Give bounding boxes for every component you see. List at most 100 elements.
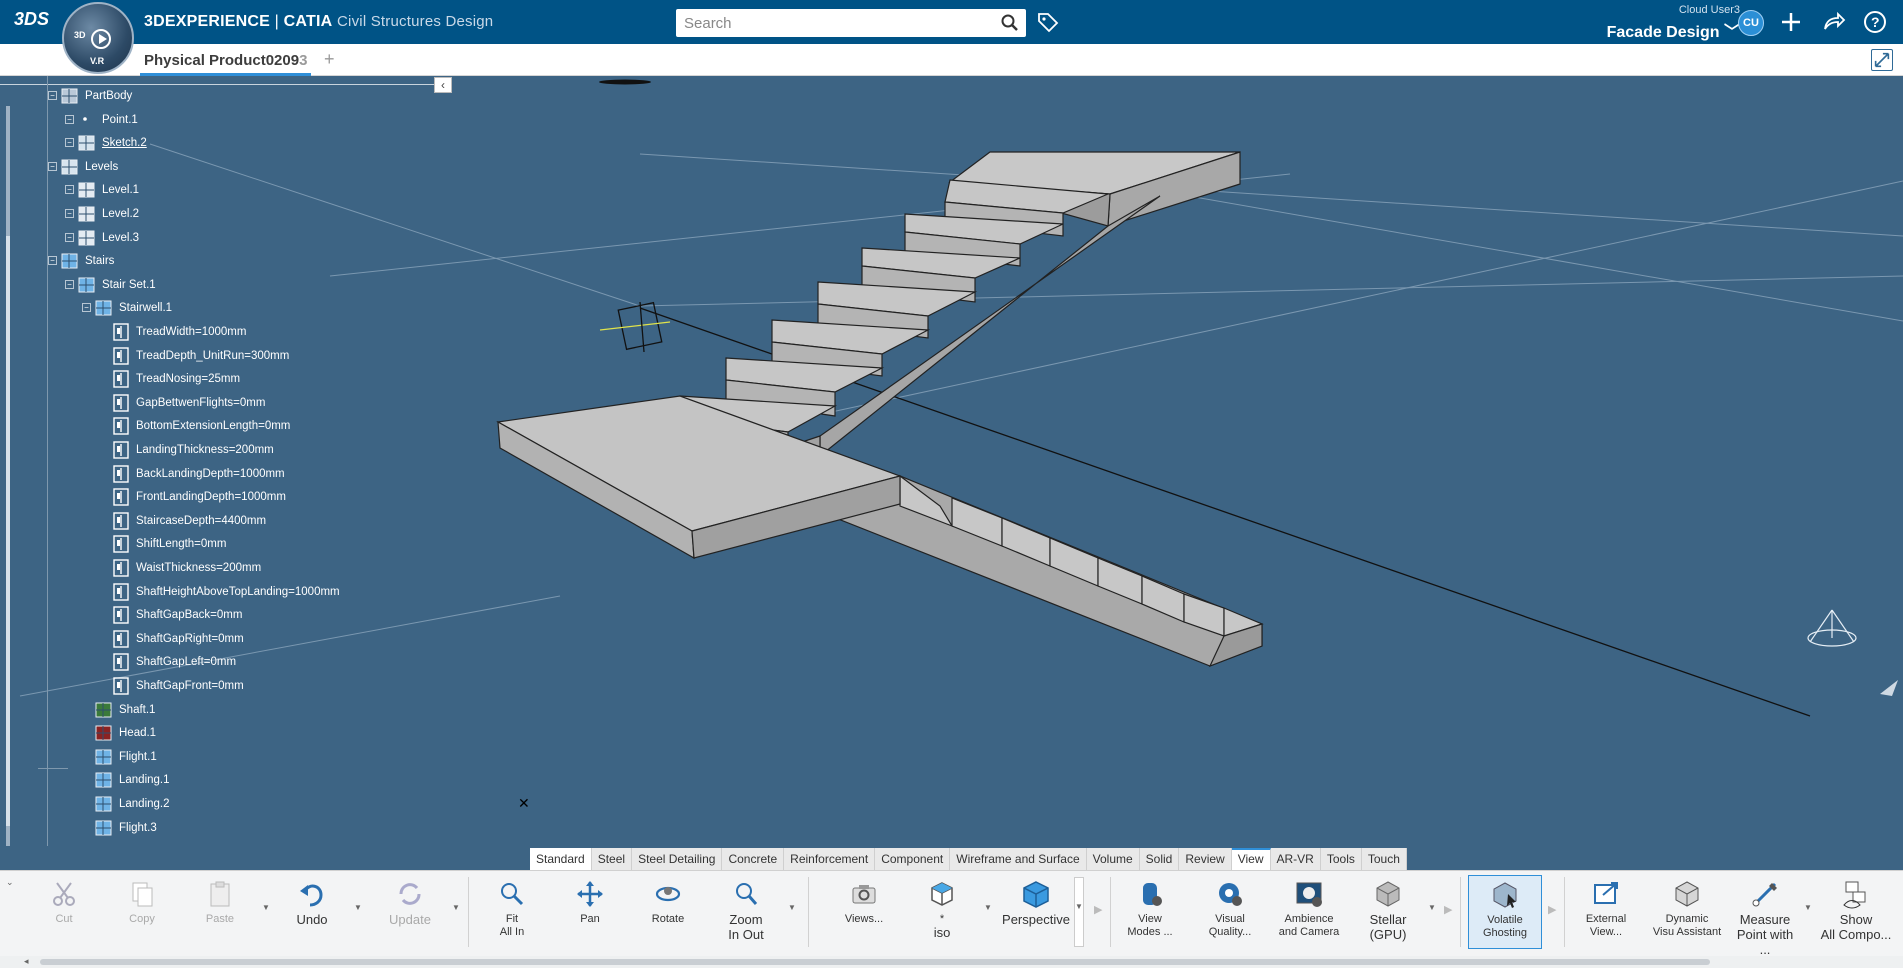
tree-node[interactable]: − Sketch.2 xyxy=(65,133,147,153)
axis-robot-icon[interactable] xyxy=(1807,609,1857,647)
tree-expander-icon[interactable]: − xyxy=(65,232,74,242)
search-icon[interactable] xyxy=(1000,13,1020,33)
views-button[interactable]: Views... xyxy=(832,879,896,926)
tree-expander-icon[interactable]: − xyxy=(48,161,57,171)
tree-expander-icon[interactable]: − xyxy=(82,303,91,313)
tab-steel-detailing[interactable]: Steel Detailing xyxy=(632,848,723,870)
tree-node[interactable]: − Levels xyxy=(48,157,118,177)
tab-volume[interactable]: Volume xyxy=(1087,848,1140,870)
tree-node[interactable]: − Stairwell.1 xyxy=(82,298,172,318)
tree-node[interactable]: TreadWidth=1000mm xyxy=(111,322,246,342)
tree-node[interactable]: TreadNosing=25mm xyxy=(111,369,240,389)
cut-button[interactable]: Cut xyxy=(32,879,96,926)
tree-node[interactable]: − Level.2 xyxy=(65,204,139,224)
tab-tools[interactable]: Tools xyxy=(1321,848,1362,870)
dynamic-visu-assistant-button[interactable]: Dynamic Visu Assistant xyxy=(1650,879,1724,939)
tree-expander-icon[interactable]: − xyxy=(48,256,57,266)
tree-node[interactable]: − Stair Set.1 xyxy=(65,275,156,295)
tab-component[interactable]: Component xyxy=(875,848,951,870)
tree-node[interactable]: ShaftHeightAboveTopLanding=1000mm xyxy=(111,582,340,602)
perspective-button[interactable]: Perspective xyxy=(1000,879,1072,928)
rotate-button[interactable]: Rotate xyxy=(636,879,700,926)
update-button[interactable]: Update xyxy=(378,879,442,928)
tree-node[interactable]: WaistThickness=200mm xyxy=(111,558,261,578)
tree-node[interactable]: ShaftGapLeft=0mm xyxy=(111,652,236,672)
search-box[interactable] xyxy=(676,9,1026,37)
bottom-landing[interactable] xyxy=(496,395,903,560)
tree-node[interactable]: Flight.1 xyxy=(94,747,157,767)
tree-node[interactable]: Landing.1 xyxy=(94,770,170,790)
iso-view-button[interactable]: * iso xyxy=(910,879,974,941)
copy-button[interactable]: Copy xyxy=(110,879,174,926)
tree-node[interactable]: − Point.1 xyxy=(65,110,138,130)
show-all-components-button[interactable]: Show All Compo... xyxy=(1816,879,1896,943)
stellar-gpu-button[interactable]: Stellar (GPU) xyxy=(1356,879,1420,943)
tree-node[interactable]: Shaft.1 xyxy=(94,700,155,720)
pan-button[interactable]: Pan xyxy=(558,879,622,926)
tab-solid[interactable]: Solid xyxy=(1140,848,1180,870)
measure-dropdown-icon[interactable]: ▼ xyxy=(1804,903,1812,912)
external-view-button[interactable]: External View... xyxy=(1574,879,1638,939)
view-modes-button[interactable]: View Modes ... xyxy=(1118,879,1182,939)
share-icon[interactable] xyxy=(1820,9,1846,35)
brand-logo[interactable]: 3DS xyxy=(14,9,49,35)
scroll-right-icon[interactable]: ▶ xyxy=(1444,903,1452,916)
search-input[interactable] xyxy=(676,9,986,37)
tree-expander-icon[interactable]: − xyxy=(65,209,74,218)
tree-node[interactable]: − Level.1 xyxy=(65,180,139,200)
zoom-in-out-button[interactable]: Zoom In Out xyxy=(714,879,778,943)
tree-expander-icon[interactable]: − xyxy=(65,114,74,124)
tree-node[interactable]: Flight.3 xyxy=(94,818,157,838)
scroll-right-icon[interactable]: ▶ xyxy=(1548,903,1556,916)
collapse-tree-button[interactable]: ‹ xyxy=(434,77,452,93)
tree-node[interactable]: TreadDepth_UnitRun=300mm xyxy=(111,346,289,366)
tree-node[interactable]: ShaftGapBack=0mm xyxy=(111,605,242,625)
tree-node[interactable]: ShaftGapFront=0mm xyxy=(111,676,244,696)
tab-ar-vr[interactable]: AR-VR xyxy=(1271,848,1321,870)
measure-point-button[interactable]: Measure Point with ... xyxy=(1730,879,1800,958)
scrollbar-thumb[interactable] xyxy=(40,959,1710,965)
tree-expander-icon[interactable]: − xyxy=(65,279,74,289)
tree-node[interactable]: LandingThickness=200mm xyxy=(111,440,274,460)
zoom-dropdown-icon[interactable]: ▼ xyxy=(788,903,796,912)
tree-node[interactable]: Head.1 xyxy=(94,723,156,743)
add-tab-button[interactable]: + xyxy=(324,49,335,70)
tree-node[interactable]: − Stairs xyxy=(48,251,114,271)
paste-dropdown-icon[interactable]: ▼ xyxy=(262,903,270,912)
tab-standard[interactable]: Standard xyxy=(530,848,592,870)
volatile-ghosting-button[interactable]: Volatile Ghosting xyxy=(1468,875,1542,949)
tab-steel[interactable]: Steel xyxy=(592,848,633,870)
undo-button[interactable]: Undo xyxy=(280,879,344,928)
tab-touch[interactable]: Touch xyxy=(1362,848,1407,870)
fit-all-in-button[interactable]: Fit All In xyxy=(480,879,544,939)
document-tab[interactable]: Physical Product02093 xyxy=(140,48,312,76)
tree-node[interactable]: ShiftLength=0mm xyxy=(111,534,226,554)
tag-icon[interactable] xyxy=(1036,10,1060,34)
tree-node[interactable]: Landing.2 xyxy=(94,794,170,814)
tab-wireframe-and-surface[interactable]: Wireframe and Surface xyxy=(950,848,1087,870)
tree-expander-icon[interactable]: − xyxy=(65,185,74,195)
tree-scrollbar[interactable] xyxy=(6,106,10,846)
tab-reinforcement[interactable]: Reinforcement xyxy=(784,848,876,870)
fullscreen-icon[interactable] xyxy=(1871,49,1893,71)
scroll-left-icon[interactable]: ◂ xyxy=(24,956,29,967)
tab-review[interactable]: Review xyxy=(1179,848,1232,870)
tree-node[interactable]: GapBettwenFlights=0mm xyxy=(111,393,265,413)
paste-button[interactable]: Paste xyxy=(188,879,252,926)
ambience-camera-button[interactable]: Ambience and Camera xyxy=(1276,879,1342,939)
undo-dropdown-icon[interactable]: ▼ xyxy=(354,903,362,912)
action-bar-collapse-icon[interactable]: ⌄ xyxy=(6,877,14,888)
tree-node[interactable]: ShaftGapRight=0mm xyxy=(111,629,244,649)
tab-concrete[interactable]: Concrete xyxy=(722,848,785,870)
visual-quality-button[interactable]: Visual Quality... xyxy=(1198,879,1262,939)
perspective-dropdown-icon[interactable]: ▼ xyxy=(1074,877,1084,947)
tree-node[interactable]: FrontLandingDepth=1000mm xyxy=(111,487,286,507)
tree-node[interactable]: BackLandingDepth=1000mm xyxy=(111,464,285,484)
tab-view[interactable]: View xyxy=(1231,848,1271,870)
action-bar-scrollbar[interactable]: ◂ xyxy=(0,956,1903,968)
stellar-dropdown-icon[interactable]: ▼ xyxy=(1428,903,1436,912)
update-dropdown-icon[interactable]: ▼ xyxy=(452,903,460,912)
user-block[interactable]: Cloud User3 Facade Design ﹀ xyxy=(1560,4,1740,42)
help-icon[interactable]: ? xyxy=(1862,9,1888,35)
scroll-right-icon[interactable]: ▶ xyxy=(1094,903,1102,916)
